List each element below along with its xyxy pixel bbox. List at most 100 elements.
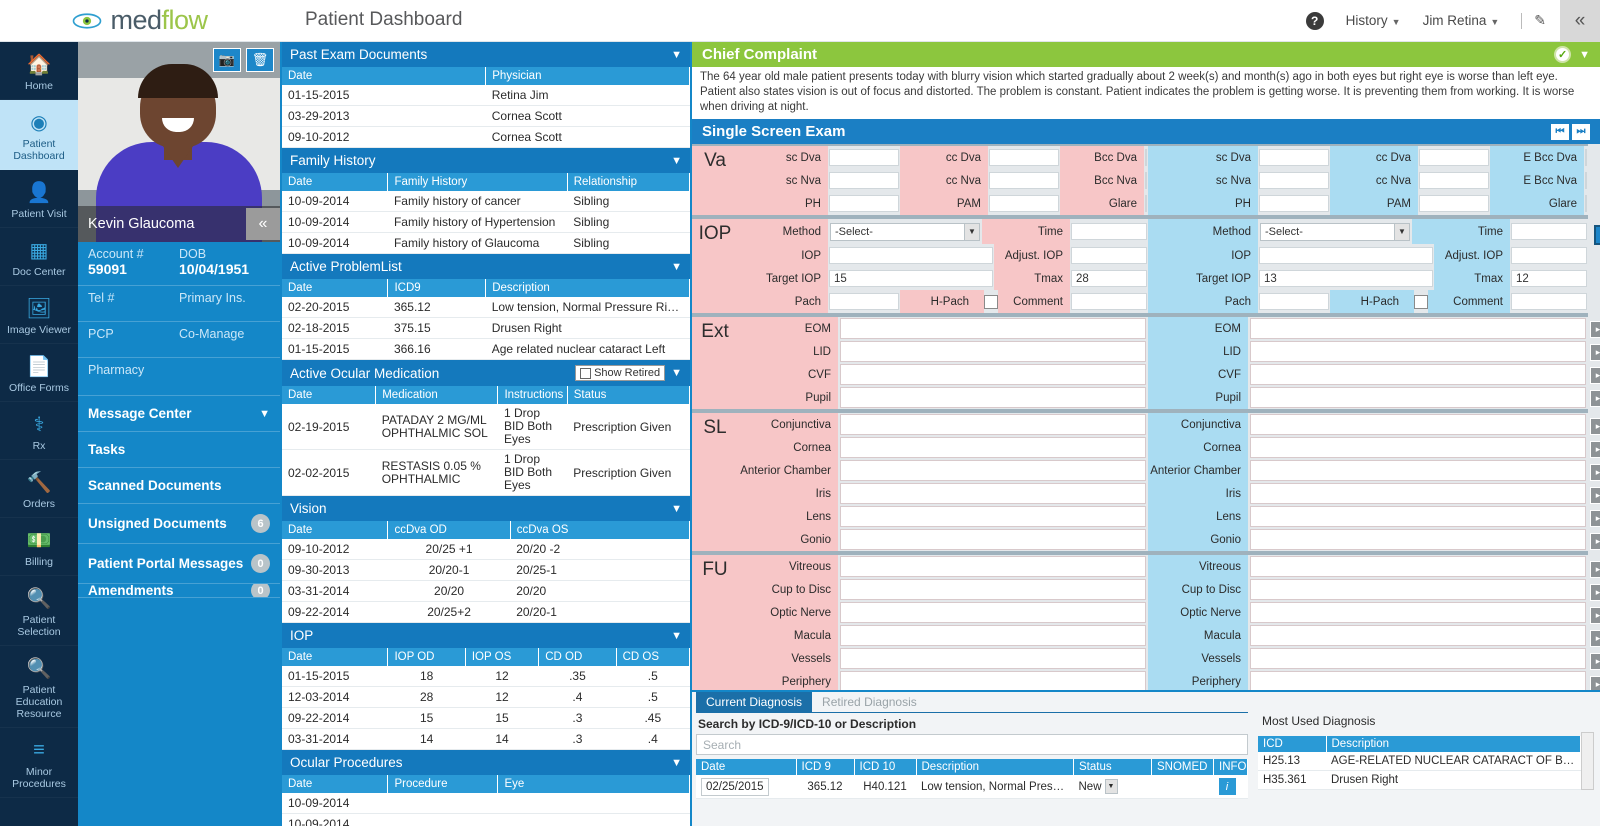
- sidebar-item-patient-visit[interactable]: 👤 Patient Visit: [0, 170, 78, 228]
- sidebar-item-office-forms[interactable]: 📄 Office Forms: [0, 344, 78, 402]
- table-row[interactable]: 03-31-2014 20/20 20/20: [282, 580, 690, 602]
- input-sc-nva-od[interactable]: [829, 172, 899, 189]
- user-menu[interactable]: Jim Retina ▼: [1423, 13, 1500, 28]
- input-iris-od[interactable]: [840, 483, 1146, 504]
- table-row[interactable]: 10-09-2014: [282, 793, 690, 814]
- select-method-od[interactable]: -Select- ▼: [830, 222, 980, 241]
- input-gonio-od[interactable]: [840, 529, 1146, 550]
- panel-iop-header[interactable]: IOP ▼: [282, 623, 690, 648]
- input-vessels-od[interactable]: [840, 648, 1146, 669]
- input-conjunctiva-os[interactable]: [1250, 414, 1586, 435]
- panel-active-problem-list-header[interactable]: Active ProblemList ▼: [282, 254, 690, 279]
- input-cup-to-disc-od[interactable]: [840, 579, 1146, 600]
- app-logo[interactable]: medflow: [0, 0, 280, 42]
- expand-right-icon[interactable]: ▸: [1590, 561, 1600, 578]
- table-row[interactable]: 09-10-2012 20/25 +1 20/20 -2: [282, 539, 690, 560]
- expand-right-icon[interactable]: ▸: [1590, 676, 1600, 690]
- expand-right-icon[interactable]: ▸: [1590, 533, 1600, 550]
- input-gonio-os[interactable]: [1250, 529, 1586, 550]
- input-comment-os[interactable]: [1511, 293, 1587, 310]
- input-sc-dva-od[interactable]: [829, 149, 899, 166]
- chief-complaint-header[interactable]: Chief Complaint ✓ ▼: [692, 42, 1600, 67]
- status-select[interactable]: New ▼: [1079, 779, 1147, 794]
- expand-right-icon[interactable]: ▸: [1590, 487, 1600, 504]
- input-ph-os[interactable]: [1259, 195, 1329, 212]
- input-iop-od[interactable]: [829, 247, 993, 264]
- table-row[interactable]: 03-31-2014 14 14.3.4: [282, 728, 690, 750]
- input-lid-od[interactable]: [840, 341, 1146, 362]
- input-pupil-os[interactable]: [1250, 387, 1586, 408]
- expand-right-icon[interactable]: ▸: [1590, 510, 1600, 527]
- panel-active-ocular-medication-header[interactable]: Active Ocular Medication Show Retired ▼: [282, 360, 690, 386]
- sidebar-item-rx[interactable]: ⚕ Rx: [0, 402, 78, 460]
- input-bcc-dva-os[interactable]: [1585, 149, 1587, 166]
- tab-current-diagnosis[interactable]: Current Diagnosis: [696, 692, 813, 712]
- nav-last-button[interactable]: ⏭: [1572, 123, 1590, 140]
- patient-panel-collapse-button[interactable]: «: [246, 208, 280, 240]
- sidebar-item-home[interactable]: 🏠 Home: [0, 42, 78, 100]
- table-row[interactable]: 02-18-2015 375.15 Drusen Right: [282, 317, 690, 339]
- sidebar-item-image-viewer[interactable]: 🖼 Image Viewer: [0, 286, 78, 344]
- table-row[interactable]: 09-10-2012 Cornea Scott: [282, 126, 690, 148]
- input-tmax-os[interactable]: 12: [1511, 270, 1587, 287]
- table-row[interactable]: 02-20-2015 365.12 Low tension, Normal Pres…: [282, 297, 690, 318]
- nav-first-button[interactable]: ⏮: [1551, 123, 1569, 140]
- show-retired-checkbox[interactable]: Show Retired: [575, 365, 666, 381]
- list-item-patient-portal-messages[interactable]: Patient Portal Messages 0: [78, 544, 280, 584]
- expand-right-icon[interactable]: ▸: [1590, 367, 1600, 384]
- input-vitreous-od[interactable]: [840, 556, 1146, 577]
- expand-right-icon[interactable]: ▸: [1590, 464, 1600, 481]
- input-iris-os[interactable]: [1250, 483, 1586, 504]
- expand-right-icon[interactable]: ▸: [1590, 418, 1600, 435]
- input-cvf-os[interactable]: [1250, 364, 1586, 385]
- input-periphery-od[interactable]: [840, 671, 1146, 690]
- input-eom-os[interactable]: [1250, 318, 1586, 339]
- input-eom-od[interactable]: [840, 318, 1146, 339]
- collapse-panel-button[interactable]: «: [1560, 0, 1600, 42]
- camera-icon[interactable]: 📷: [213, 48, 241, 72]
- input-pach-od[interactable]: [829, 293, 899, 310]
- input-pupil-od[interactable]: [840, 387, 1146, 408]
- sidebar-item-patient-education-resource[interactable]: 🔍 Patient Education Resource: [0, 646, 78, 728]
- input-iop-os[interactable]: [1259, 247, 1433, 264]
- input-macula-os[interactable]: [1250, 625, 1586, 646]
- checkbox-hpach-od[interactable]: [984, 294, 998, 309]
- diagnosis-date-input[interactable]: 02/25/2015: [701, 777, 769, 796]
- panel-ocular-procedures-header[interactable]: Ocular Procedures ▼: [282, 750, 690, 775]
- table-row[interactable]: H35.361 Drusen Right: [1258, 770, 1581, 790]
- input-cc-dva-od[interactable]: [989, 149, 1059, 166]
- select-method-os[interactable]: -Select- ▼: [1260, 222, 1410, 241]
- input-lens-os[interactable]: [1250, 506, 1586, 527]
- table-row[interactable]: 09-30-2013 20/20-1 20/25-1: [282, 559, 690, 581]
- expand-right-icon[interactable]: ▸: [1590, 441, 1600, 458]
- input-time-od[interactable]: [1071, 223, 1147, 240]
- single-screen-exam-header[interactable]: Single Screen Exam ⏮ ⏭: [692, 119, 1600, 144]
- help-icon[interactable]: ?: [1305, 11, 1324, 30]
- panel-family-history-header[interactable]: Family History ▼: [282, 148, 690, 173]
- trash-icon[interactable]: 🗑: [246, 48, 274, 72]
- table-row[interactable]: H25.13 AGE-RELATED NUCLEAR CATARACT OF BO…: [1258, 752, 1581, 771]
- list-item-scanned-documents[interactable]: Scanned Documents: [78, 468, 280, 504]
- sidebar-item-patient-selection[interactable]: 🔍 Patient Selection: [0, 576, 78, 646]
- input-vessels-os[interactable]: [1250, 648, 1586, 669]
- input-comment-od[interactable]: [1071, 293, 1147, 310]
- expand-right-icon[interactable]: ▸: [1590, 344, 1600, 361]
- sidebar-item-billing[interactable]: 💵 Billing: [0, 518, 78, 576]
- input-ph-od[interactable]: [829, 195, 899, 212]
- table-row[interactable]: 10-09-2014: [282, 813, 690, 826]
- panel-past-exam-documents-header[interactable]: Past Exam Documents ▼: [282, 42, 690, 67]
- table-row[interactable]: 02/25/2015 365.12 H40.121 Low tension, N…: [696, 775, 1248, 799]
- input-cup-to-disc-os[interactable]: [1250, 579, 1586, 600]
- input-cc-nva-od[interactable]: [989, 172, 1059, 189]
- input-glare-os[interactable]: [1585, 195, 1587, 212]
- input-sc-dva-os[interactable]: [1259, 149, 1329, 166]
- expand-right-icon[interactable]: ▸: [1590, 390, 1600, 407]
- input-lens-od[interactable]: [840, 506, 1146, 527]
- input-time-os[interactable]: [1511, 223, 1587, 240]
- list-item-tasks[interactable]: Tasks: [78, 432, 280, 468]
- table-row[interactable]: 12-03-2014 28 12.4.5: [282, 686, 690, 708]
- input-optic-nerve-os[interactable]: [1250, 602, 1586, 623]
- input-conjunctiva-od[interactable]: [840, 414, 1146, 435]
- sidebar-item-orders[interactable]: 🔨 Orders: [0, 460, 78, 518]
- input-adjust-iop-od[interactable]: [1071, 247, 1147, 264]
